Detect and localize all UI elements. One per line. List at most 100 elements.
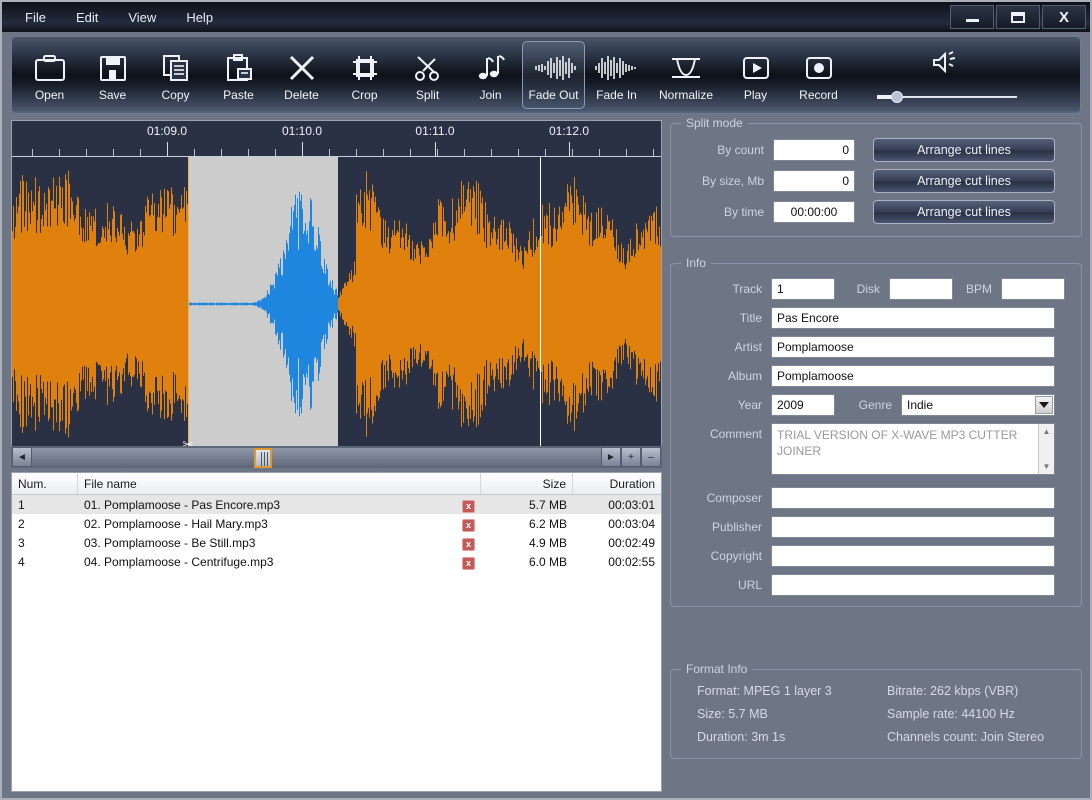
- ruler-tick-minor: [545, 149, 546, 156]
- title-label: Title: [739, 311, 762, 325]
- artist-input[interactable]: [771, 336, 1055, 358]
- play-icon: [741, 49, 771, 87]
- url-input[interactable]: [771, 574, 1055, 596]
- publisher-input[interactable]: [771, 516, 1055, 538]
- waveform-scrollbar[interactable]: ◄ ► + –: [11, 446, 662, 468]
- comment-scrollbar[interactable]: ▲ ▼: [1038, 424, 1054, 474]
- format-info-grid: Format: MPEG 1 layer 3 Bitrate: 262 kbps…: [681, 684, 1071, 744]
- toolbar-button-split[interactable]: Split: [396, 41, 459, 109]
- file-list[interactable]: Num. File name Size Duration 1 01. Pompla…: [11, 472, 662, 792]
- column-header-duration[interactable]: Duration: [573, 473, 661, 494]
- composer-input[interactable]: [771, 487, 1055, 509]
- waveform-display[interactable]: x ✂: [12, 157, 661, 451]
- minimize-button[interactable]: [950, 5, 994, 29]
- row-filename: 01. Pomplamoose - Pas Encore.mp3 x: [78, 498, 481, 513]
- year-input[interactable]: [771, 394, 835, 416]
- volume-thumb[interactable]: [891, 91, 903, 103]
- composer-row: Composer: [681, 487, 1071, 509]
- ruler-tick-minor: [248, 149, 249, 156]
- album-input[interactable]: [771, 365, 1055, 387]
- toolbar-button-fade-in[interactable]: Fade In: [585, 41, 648, 109]
- toolbar-button-save[interactable]: Save: [81, 41, 144, 109]
- toolbar-label-split: Split: [415, 88, 440, 102]
- genre-combobox[interactable]: [901, 394, 1055, 416]
- genre-input[interactable]: [901, 394, 1055, 416]
- time-ruler[interactable]: 01:09.0 01:10.0 01:11.0 01:12.0: [12, 121, 661, 157]
- delete-row-icon[interactable]: x: [462, 518, 475, 532]
- format-info-group: Format Info Format: MPEG 1 layer 3 Bitra…: [670, 662, 1082, 759]
- table-row[interactable]: 1 01. Pomplamoose - Pas Encore.mp3 x 5.7 MB…: [12, 495, 661, 514]
- toolbar-button-crop[interactable]: Crop: [333, 41, 396, 109]
- copyright-label: Copyright: [710, 549, 762, 563]
- ruler-tick-minor: [572, 149, 573, 156]
- column-header-filename[interactable]: File name: [78, 473, 481, 494]
- scroll-left-button[interactable]: ◄: [12, 447, 32, 467]
- album-label: Album: [727, 369, 762, 383]
- column-header-size[interactable]: Size: [481, 473, 573, 494]
- zoom-in-button[interactable]: +: [621, 447, 641, 467]
- copyright-input[interactable]: [771, 545, 1055, 567]
- row-size: 4.9 MB: [528, 535, 567, 550]
- column-header-num[interactable]: Num.: [12, 473, 78, 494]
- table-row[interactable]: 3 03. Pomplamoose - Be Still.mp3 x 4.9 MB 00…: [12, 533, 661, 552]
- title-input[interactable]: [771, 307, 1055, 329]
- by-count-input[interactable]: [773, 139, 855, 161]
- menu-item-view[interactable]: View: [125, 8, 159, 27]
- toolbar-button-normalize[interactable]: Normalize: [648, 41, 724, 109]
- arrange-cut-lines-by-count-button[interactable]: Arrange cut lines: [873, 138, 1055, 162]
- comment-textarea[interactable]: [771, 423, 1055, 475]
- ruler-tick-minor: [518, 149, 519, 156]
- menu-item-file[interactable]: File: [22, 8, 49, 27]
- toolbar-button-play[interactable]: Play: [724, 41, 787, 109]
- toolbar-button-fade-out[interactable]: Fade Out: [522, 41, 585, 109]
- title-row: Title: [681, 307, 1071, 329]
- toolbar-button-record[interactable]: Record: [787, 41, 850, 109]
- maximize-button[interactable]: [996, 5, 1040, 29]
- comment-label: Comment: [709, 427, 762, 441]
- playhead-cursor[interactable]: [540, 157, 541, 451]
- arrange-cut-lines-by-size-button[interactable]: Arrange cut lines: [873, 169, 1055, 193]
- volume-slider[interactable]: [877, 90, 1017, 104]
- scroll-track[interactable]: [32, 447, 601, 468]
- scroll-down-icon[interactable]: ▼: [1039, 459, 1054, 474]
- artist-label: Artist: [734, 340, 762, 354]
- toolbar-button-open[interactable]: Open: [18, 41, 81, 109]
- scroll-up-icon[interactable]: ▲: [1039, 424, 1054, 439]
- toolbar-button-join[interactable]: Join: [459, 41, 522, 109]
- composer-label: Composer: [706, 491, 762, 505]
- publisher-label: Publisher: [711, 520, 762, 534]
- by-size-input[interactable]: [773, 170, 855, 192]
- toolbar-label-normalize: Normalize: [658, 88, 713, 102]
- row-size: 6.0 MB: [528, 554, 567, 569]
- chevron-down-icon[interactable]: [1035, 396, 1053, 414]
- artist-row: Artist: [681, 336, 1071, 358]
- delete-row-icon[interactable]: x: [462, 499, 475, 513]
- cut-line[interactable]: [188, 157, 189, 451]
- menu-item-edit[interactable]: Edit: [73, 8, 101, 27]
- table-row[interactable]: 2 02. Pomplamoose - Hail Mary.mp3 x 6.2 MB 0…: [12, 514, 661, 533]
- zoom-out-button[interactable]: –: [641, 447, 661, 467]
- close-button[interactable]: X: [1042, 5, 1086, 29]
- arrange-cut-lines-by-time-button[interactable]: Arrange cut lines: [873, 200, 1055, 224]
- disk-input[interactable]: [889, 278, 953, 300]
- scroll-right-button[interactable]: ►: [601, 447, 621, 467]
- delete-row-icon[interactable]: x: [462, 537, 475, 551]
- toolbar-button-copy[interactable]: Copy: [144, 41, 207, 109]
- menu-item-help[interactable]: Help: [183, 8, 216, 27]
- table-row[interactable]: 4 04. Pomplamoose - Centrifuge.mp3 x 6.0 MB…: [12, 552, 661, 571]
- bpm-input[interactable]: [1001, 278, 1065, 300]
- track-input[interactable]: [771, 278, 835, 300]
- volume-control: [872, 41, 1022, 104]
- year-label: Year: [737, 398, 762, 412]
- delete-row-icon[interactable]: x: [462, 556, 475, 570]
- toolbar-button-delete[interactable]: Delete: [270, 41, 333, 109]
- ruler-tick-minor: [599, 149, 600, 156]
- scroll-thumb[interactable]: [254, 448, 272, 468]
- comment-field-wrapper: ▲ ▼: [771, 423, 1055, 480]
- record-icon: [804, 49, 834, 87]
- toolbar-button-paste[interactable]: Paste: [207, 41, 270, 109]
- by-time-input[interactable]: [773, 201, 855, 223]
- track-label: Track: [732, 282, 762, 296]
- split-mode-group: Split mode By count Arrange cut lines By…: [670, 116, 1082, 237]
- copy-icon: [161, 49, 191, 87]
